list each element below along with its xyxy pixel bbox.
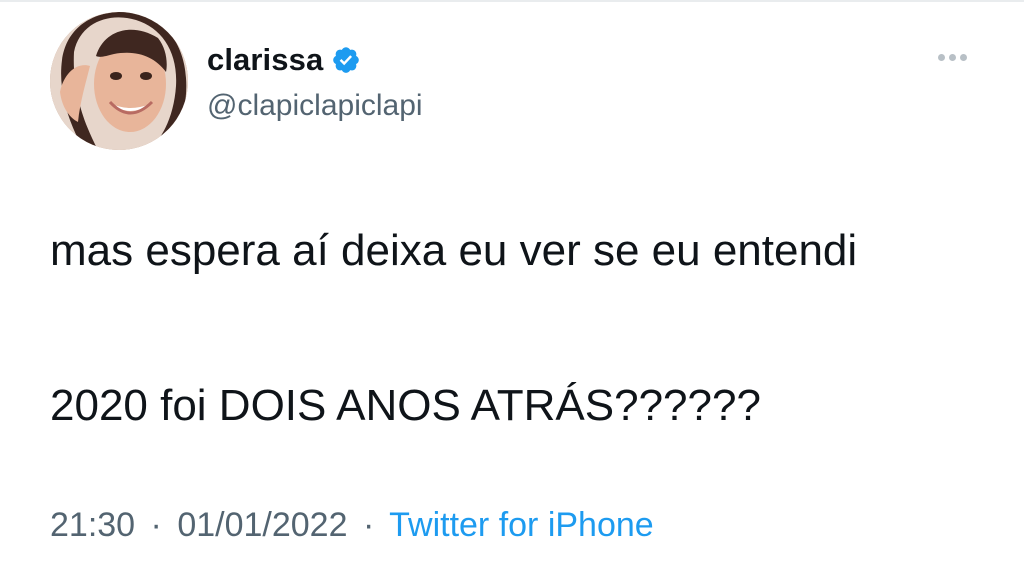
tweet-text-line2: 2020 foi DOIS ANOS ATRÁS?????? <box>50 381 761 430</box>
tweet-date[interactable]: 01/01/2022 <box>177 506 347 544</box>
meta-separator: · <box>150 506 162 544</box>
more-options-button[interactable] <box>927 40 977 74</box>
avatar[interactable] <box>50 12 188 150</box>
verified-badge-icon <box>331 45 361 75</box>
tweet-meta: 21:30 · 01/01/2022 · Twitter for iPhone <box>50 506 654 545</box>
meta-separator: · <box>362 506 375 544</box>
avatar-photo <box>50 12 188 150</box>
display-name[interactable]: clarissa <box>207 42 323 78</box>
tweet-source-link[interactable]: Twitter for iPhone <box>389 506 654 544</box>
divider <box>0 0 1024 2</box>
tweet-card: clarissa @clapiclapiclapi mas espera aí … <box>0 0 1024 572</box>
user-name-row: clarissa <box>207 38 361 82</box>
user-handle[interactable]: @clapiclapiclapi <box>207 89 423 123</box>
more-options-icon <box>937 53 945 61</box>
tweet-text-line1: mas espera aí deixa eu ver se eu entendi <box>50 226 858 275</box>
tweet-time[interactable]: 21:30 <box>50 506 135 544</box>
